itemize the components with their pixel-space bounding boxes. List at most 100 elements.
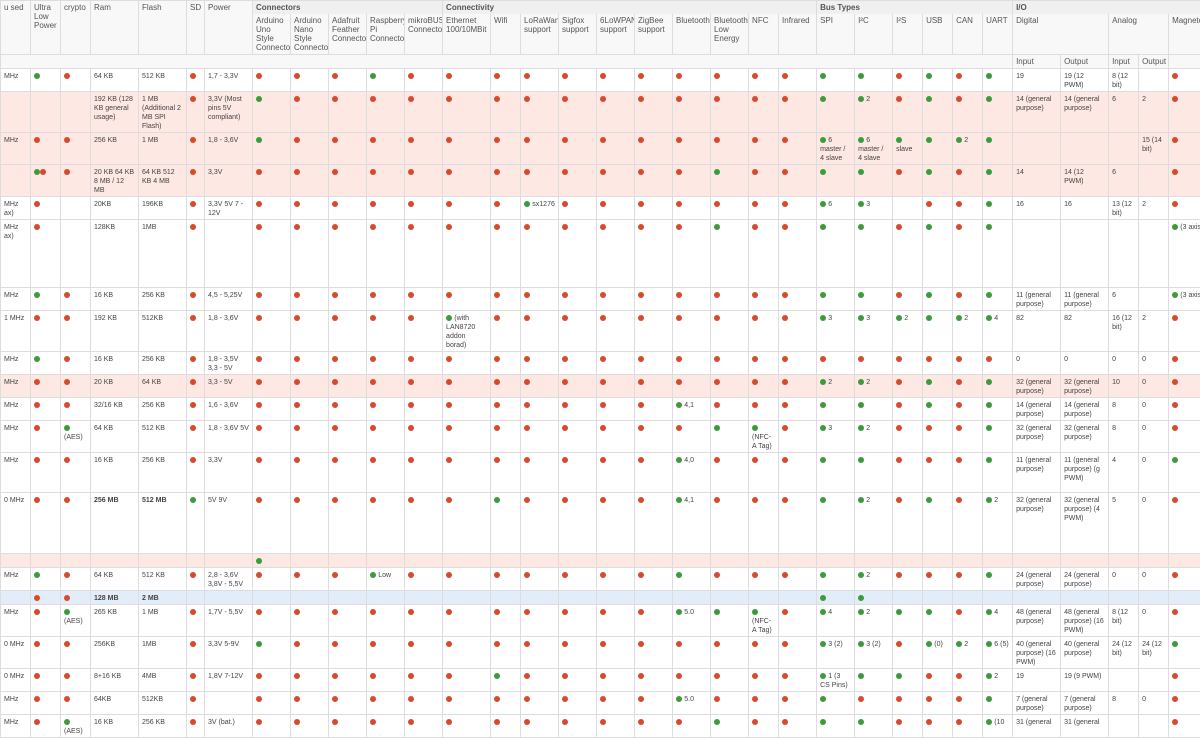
cell (61, 554, 91, 568)
col-analog-out[interactable]: Output (1139, 55, 1169, 69)
cell: 192 KB (91, 311, 139, 352)
col-21[interactable]: Infrared (779, 14, 817, 55)
cell (405, 288, 443, 311)
cell (923, 692, 953, 715)
cell (953, 220, 983, 288)
cell (923, 69, 953, 92)
col-8[interactable]: Arduino Nano Style Connectors (291, 14, 329, 55)
cell (367, 133, 405, 165)
col-digital-out[interactable]: Output (1061, 55, 1109, 69)
col-14[interactable]: LoRaWan support (521, 14, 559, 55)
cell (329, 165, 367, 197)
col-13[interactable]: Wifi (491, 14, 521, 55)
cell (779, 375, 817, 398)
cell (521, 375, 559, 398)
col-28[interactable]: Digital (1013, 14, 1109, 55)
dot-no-icon (256, 497, 262, 503)
col-20[interactable]: NFC (749, 14, 779, 55)
cell: 11 (general purpose) (1013, 453, 1061, 493)
dot-no-icon (524, 379, 530, 385)
cell (893, 591, 923, 605)
cell (983, 165, 1013, 197)
dot-no-icon (64, 137, 70, 143)
cell (711, 165, 749, 197)
cell (923, 493, 953, 554)
dot-no-icon (896, 73, 902, 79)
dot-no-icon (638, 169, 644, 175)
col-24[interactable]: I²S (893, 14, 923, 55)
col-22[interactable]: SPI (817, 14, 855, 55)
col-10[interactable]: Raspberry Pi Connectors (367, 14, 405, 55)
col-15[interactable]: Sigfox support (559, 14, 597, 55)
cell (1169, 637, 1200, 669)
table-row: MHz64KB512KB 5.07 (general purpose)7 (ge… (1, 692, 1200, 715)
cell: 3,3V 5-9V (205, 637, 253, 669)
cell: 6 (1109, 165, 1139, 197)
col-speed[interactable]: u sed (1, 1, 31, 55)
dot-no-icon (820, 356, 826, 362)
col-19[interactable]: Bluetooth Low Energy (711, 14, 749, 55)
table-row: MHz ax)20KB196KB3,3V 5V 7 - 12V sx1276 6… (1, 197, 1200, 220)
dot-yes-icon (926, 315, 932, 321)
dot-no-icon (600, 641, 606, 647)
col-12[interactable]: Ethernet 100/10MBit (443, 14, 491, 55)
col-power[interactable]: Power (205, 1, 253, 55)
cell (779, 554, 817, 568)
dot-no-icon (446, 379, 452, 385)
col-23[interactable]: I²C (855, 14, 893, 55)
cell (749, 493, 779, 554)
dot-no-icon (494, 73, 500, 79)
col-ulp[interactable]: Ultra Low Power (31, 1, 61, 55)
col-sd[interactable]: SD (187, 1, 205, 55)
col-7[interactable]: Arduino Uno Style Connectors (253, 14, 291, 55)
cell (1109, 669, 1139, 692)
cell (749, 692, 779, 715)
cell (1169, 591, 1200, 605)
cell (491, 92, 521, 133)
cell (597, 568, 635, 591)
cell: 3 (855, 197, 893, 220)
cell: 31 (general (1013, 715, 1061, 738)
dot-yes-icon (34, 572, 40, 578)
dot-no-icon (956, 224, 962, 230)
col-18[interactable]: Bluetooth (673, 14, 711, 55)
dot-no-icon (676, 425, 682, 431)
cell: 2 (855, 421, 893, 453)
dot-no-icon (896, 96, 902, 102)
cell (953, 493, 983, 554)
col-digital-in[interactable]: Input (1013, 55, 1061, 69)
col-9[interactable]: Adafruit Feather Connectors (329, 14, 367, 55)
dot-no-icon (638, 609, 644, 615)
col-flash[interactable]: Flash (139, 1, 187, 55)
col-ram[interactable]: Ram (91, 1, 139, 55)
col-26[interactable]: CAN (953, 14, 983, 55)
col-27[interactable]: UART (983, 14, 1013, 55)
cell (635, 197, 673, 220)
dot-no-icon (562, 137, 568, 143)
cell (405, 453, 443, 493)
col-32[interactable]: Magnetometer (1169, 14, 1200, 55)
dot-no-icon (408, 457, 414, 463)
cell (367, 69, 405, 92)
dot-no-icon (190, 641, 196, 647)
cell (779, 92, 817, 133)
cell (443, 493, 491, 554)
cell (855, 554, 893, 568)
col-25[interactable]: USB (923, 14, 953, 55)
col-crypto[interactable]: crypto (61, 1, 91, 55)
col-30[interactable]: Analog (1109, 14, 1169, 55)
col-17[interactable]: ZigBee support (635, 14, 673, 55)
col-11[interactable]: mikroBUS Connectors (405, 14, 443, 55)
cell (187, 637, 205, 669)
cell (635, 692, 673, 715)
dot-no-icon (64, 315, 70, 321)
cell (597, 669, 635, 692)
col-16[interactable]: 6LoWPAN support (597, 14, 635, 55)
col-analog-in[interactable]: Input (1109, 55, 1139, 69)
cell (779, 311, 817, 352)
cell: 2 (983, 669, 1013, 692)
cell (205, 591, 253, 605)
dot-no-icon (956, 356, 962, 362)
cell (635, 605, 673, 637)
cell (443, 568, 491, 591)
